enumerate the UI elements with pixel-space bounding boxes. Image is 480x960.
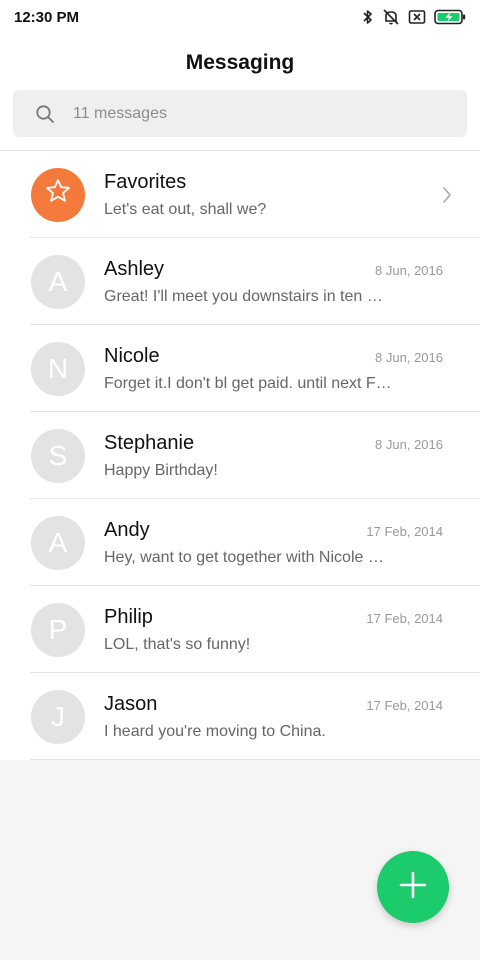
status-time: 12:30 PM bbox=[14, 8, 80, 26]
search-icon bbox=[35, 104, 55, 124]
message-preview: LOL, that's so funny! bbox=[104, 635, 251, 653]
battery-charging-icon bbox=[434, 9, 466, 25]
favorites-body: Favorites Let's eat out, shall we? bbox=[104, 171, 443, 219]
bluetooth-icon bbox=[362, 9, 374, 25]
message-date: 8 Jun, 2016 bbox=[375, 349, 443, 365]
favorites-item[interactable]: Favorites Let's eat out, shall we? bbox=[0, 151, 480, 238]
no-sim-icon bbox=[408, 9, 426, 25]
header: Messaging bbox=[0, 34, 480, 90]
conversation-list: Favorites Let's eat out, shall we? A Ash… bbox=[0, 150, 480, 760]
status-bar: 12:30 PM bbox=[0, 0, 480, 34]
avatar: J bbox=[31, 689, 85, 744]
message-preview: Happy Birthday! bbox=[104, 461, 218, 479]
conversation-body: Philip 17 Feb, 2014 LOL, that's so funny… bbox=[104, 606, 443, 654]
conversation-item[interactable]: A Ashley 8 Jun, 2016 Great! I'll meet yo… bbox=[0, 238, 480, 325]
contact-name: Nicole bbox=[104, 344, 160, 367]
message-date: 17 Feb, 2014 bbox=[366, 697, 443, 713]
message-date: 8 Jun, 2016 bbox=[375, 262, 443, 278]
new-message-button[interactable] bbox=[377, 851, 449, 923]
conversation-row: Philip 17 Feb, 2014 bbox=[104, 606, 443, 629]
conversation-body: Jason 17 Feb, 2014 I heard you're moving… bbox=[104, 693, 443, 741]
conversation-body: Stephanie 8 Jun, 2016 Happy Birthday! bbox=[104, 432, 443, 480]
conversation-body: Ashley 8 Jun, 2016 Great! I'll meet you … bbox=[104, 258, 443, 306]
conversation-item[interactable]: P Philip 17 Feb, 2014 LOL, that's so fun… bbox=[0, 586, 480, 673]
avatar: A bbox=[31, 254, 85, 309]
conversation-item[interactable]: A Andy 17 Feb, 2014 Hey, want to get tog… bbox=[0, 499, 480, 586]
search-wrap bbox=[0, 90, 480, 150]
avatar: P bbox=[31, 602, 85, 657]
message-preview: I heard you're moving to China. bbox=[104, 722, 326, 740]
message-date: 17 Feb, 2014 bbox=[366, 610, 443, 626]
avatar: A bbox=[31, 515, 85, 570]
conversation-row: Andy 17 Feb, 2014 bbox=[104, 519, 443, 542]
message-date: 8 Jun, 2016 bbox=[375, 436, 443, 452]
plus-icon bbox=[398, 870, 428, 905]
status-icons bbox=[362, 8, 466, 26]
avatar: S bbox=[31, 428, 85, 483]
conversation-item[interactable]: J Jason 17 Feb, 2014 I heard you're movi… bbox=[0, 673, 480, 760]
message-date: 17 Feb, 2014 bbox=[366, 523, 443, 539]
message-preview: Hey, want to get together with Nicole … bbox=[104, 548, 384, 566]
contact-name: Philip bbox=[104, 605, 153, 628]
message-preview: Great! I'll meet you downstairs in ten … bbox=[104, 287, 383, 305]
contact-name: Stephanie bbox=[104, 431, 195, 454]
conversation-row: Jason 17 Feb, 2014 bbox=[104, 693, 443, 716]
muted-bell-icon bbox=[382, 8, 400, 26]
contact-name: Jason bbox=[104, 692, 158, 715]
conversation-row: Nicole 8 Jun, 2016 bbox=[104, 345, 443, 368]
contact-name: Ashley bbox=[104, 257, 165, 280]
search-bar[interactable] bbox=[13, 90, 467, 137]
conversation-body: Andy 17 Feb, 2014 Hey, want to get toget… bbox=[104, 519, 443, 567]
conversation-item[interactable]: S Stephanie 8 Jun, 2016 Happy Birthday! bbox=[0, 412, 480, 499]
conversation-item[interactable]: N Nicole 8 Jun, 2016 Forget it.I don't b… bbox=[0, 325, 480, 412]
favorites-title: Favorites bbox=[104, 170, 187, 193]
favorites-row: Favorites bbox=[104, 171, 443, 194]
conversation-row: Ashley 8 Jun, 2016 bbox=[104, 258, 443, 281]
message-preview: Forget it.I don't bl get paid. until nex… bbox=[104, 374, 392, 392]
conversation-row: Stephanie 8 Jun, 2016 bbox=[104, 432, 443, 455]
chevron-right-icon bbox=[442, 186, 452, 204]
favorites-preview: Let's eat out, shall we? bbox=[104, 200, 267, 218]
top-area: 12:30 PM Messaging 11 messages Favorites… bbox=[0, 0, 480, 760]
contact-name: Andy bbox=[104, 518, 150, 541]
page-title: Messaging bbox=[185, 51, 295, 74]
search-input[interactable] bbox=[73, 104, 451, 123]
favorites-avatar bbox=[31, 167, 85, 222]
star-icon bbox=[44, 177, 72, 212]
conversation-body: Nicole 8 Jun, 2016 Forget it.I don't bl … bbox=[104, 345, 443, 393]
avatar: N bbox=[31, 341, 85, 396]
